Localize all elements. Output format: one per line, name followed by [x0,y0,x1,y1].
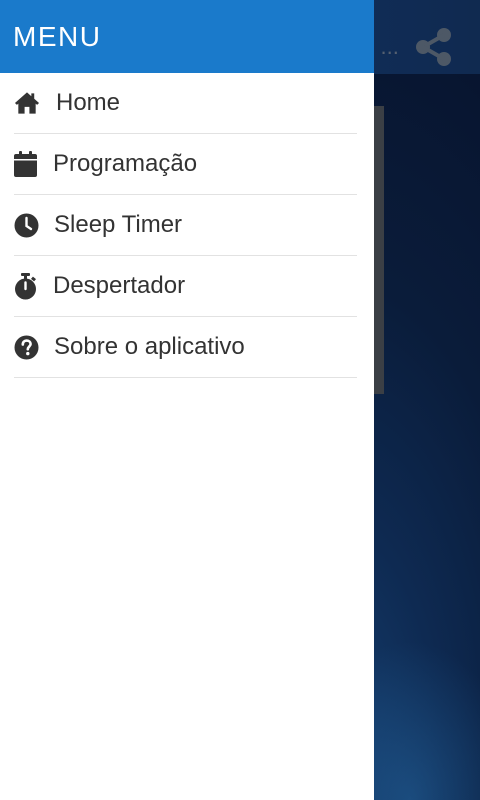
menu-item-label: Home [56,89,121,116]
help-circle-icon [14,334,40,360]
drawer-title: MENU [13,20,102,52]
drawer-header: MENU [0,0,374,73]
menu-item-sleep-timer[interactable]: Sleep Timer [14,195,357,256]
menu-item-label: Sleep Timer [54,211,183,238]
background-scrollbar [374,106,384,394]
menu-item-sobre-o-aplicativo[interactable]: Sobre o aplicativo [14,317,357,378]
menu-item-label: Programação [53,150,198,177]
menu-list: Home Programação Sleep Timer Despertador… [0,73,374,378]
menu-item-label: Despertador [53,272,186,299]
share-icon[interactable] [414,26,454,68]
navigation-drawer: MENU Home Programação Sleep Timer Desper… [0,0,374,800]
stopwatch-icon [14,272,40,299]
menu-item-despertador[interactable]: Despertador [14,256,357,317]
menu-item-label: Sobre o aplicativo [54,333,245,360]
home-icon [14,90,40,116]
clock-icon [14,212,40,238]
menu-item-programacao[interactable]: Programação [14,134,357,195]
calendar-icon [14,151,40,177]
menu-item-home[interactable]: Home [14,73,357,134]
